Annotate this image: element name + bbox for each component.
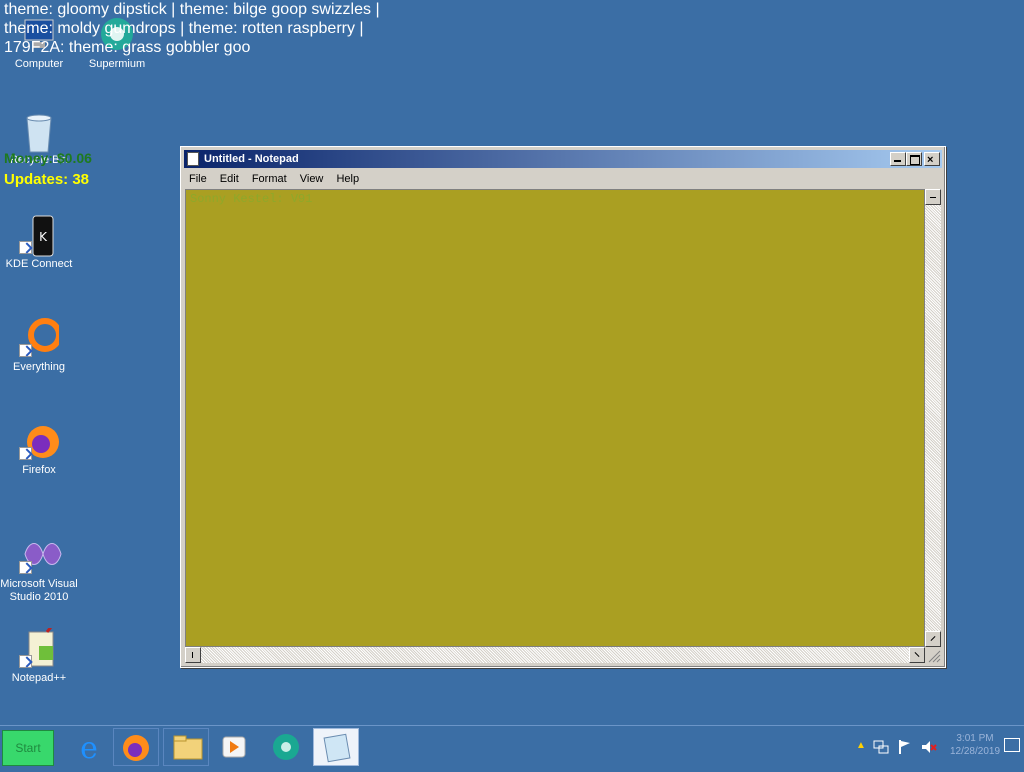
- horizontal-scrollbar[interactable]: [185, 647, 925, 663]
- scroll-down-icon: [930, 636, 936, 641]
- action-center-flag-icon[interactable]: [896, 738, 914, 756]
- vertical-scrollbar[interactable]: [925, 189, 941, 647]
- scroll-left-button[interactable]: [185, 647, 201, 663]
- title-bar[interactable]: Untitled - Notepad ×: [184, 150, 942, 168]
- desktop-icon-label: Microsoft Visual Studio 2010: [0, 578, 78, 603]
- desktop-icon-kde-connect[interactable]: K KDE Connect: [0, 214, 78, 271]
- menu-edit[interactable]: Edit: [215, 170, 244, 188]
- scroll-left-icon: [192, 652, 193, 658]
- text-editor[interactable]: Sonny Kestel: V91: [185, 189, 925, 647]
- maximize-button[interactable]: [906, 152, 922, 166]
- taskbar-ie[interactable]: e: [66, 728, 112, 766]
- firefox-icon: [123, 735, 149, 761]
- taskbar-supermium[interactable]: [263, 728, 309, 766]
- notepad-icon: [323, 733, 351, 763]
- svg-text:K: K: [39, 230, 48, 244]
- taskbar-firefox[interactable]: [113, 728, 159, 766]
- resize-grip-icon: [928, 650, 941, 663]
- desktop-icon-everything[interactable]: Everything: [0, 317, 78, 374]
- shortcut-arrow-icon: [19, 655, 32, 668]
- updates-counter: Updates: 38: [4, 171, 90, 188]
- window-title: Untitled - Notepad: [204, 153, 299, 165]
- folder-icon: [173, 735, 203, 760]
- menu-bar: File Edit Format View Help: [184, 170, 942, 188]
- minimize-button[interactable]: [890, 152, 906, 166]
- notepad-window[interactable]: Untitled - Notepad × File Edit Format Vi…: [180, 146, 946, 668]
- desktop-icon-visual-studio[interactable]: Microsoft Visual Studio 2010: [0, 534, 78, 604]
- clock-time: 3:01 PM: [956, 733, 994, 744]
- menu-view[interactable]: View: [295, 170, 329, 188]
- desktop-icon-notepadpp[interactable]: Notepad++: [0, 621, 78, 685]
- svg-text:e: e: [80, 731, 98, 766]
- close-icon: ×: [927, 154, 934, 166]
- media-player-icon: [222, 736, 246, 758]
- maximize-icon: [910, 155, 920, 165]
- scroll-up-icon: [930, 197, 936, 198]
- menu-help[interactable]: Help: [331, 170, 364, 188]
- desktop-icon-label: Notepad++: [11, 672, 67, 684]
- taskbar-explorer[interactable]: [163, 728, 209, 766]
- taskbar-notepad[interactable]: [313, 728, 359, 766]
- desktop-icon-label: KDE Connect: [5, 258, 73, 270]
- supermium-icon: [273, 734, 299, 760]
- show-hidden-icons[interactable]: ▲: [856, 740, 866, 751]
- desktop-icon-label: Supermium: [88, 58, 146, 70]
- start-button[interactable]: Start: [2, 730, 54, 766]
- shortcut-arrow-icon: [19, 447, 32, 460]
- network-icon[interactable]: [872, 738, 890, 756]
- shortcut-arrow-icon: [19, 241, 32, 254]
- recycle-bin-icon: [19, 110, 59, 153]
- notepad-app-icon: [187, 152, 199, 166]
- scroll-right-icon: [914, 652, 920, 657]
- money-counter: Money: $0.06: [4, 150, 92, 166]
- menu-format[interactable]: Format: [247, 170, 292, 188]
- clock[interactable]: 3:01 PM 12/28/2019: [940, 732, 1010, 758]
- show-desktop-button[interactable]: [1004, 738, 1020, 752]
- taskbar: Start e ▲ 3:01 PM 12/28/2019: [0, 725, 1024, 769]
- scroll-right-button[interactable]: [909, 647, 925, 663]
- resize-grip[interactable]: [925, 647, 941, 663]
- shortcut-arrow-icon: [19, 561, 32, 574]
- scroll-down-button[interactable]: [925, 631, 941, 647]
- notepadpp-icon: [19, 621, 59, 668]
- volume-muted-icon[interactable]: [920, 738, 938, 756]
- desktop-icon-label: Everything: [13, 361, 65, 373]
- taskbar-media-player[interactable]: [211, 728, 257, 766]
- clock-date: 12/28/2019: [949, 746, 1001, 757]
- scroll-up-button[interactable]: [925, 189, 941, 205]
- minimize-icon: [894, 160, 901, 162]
- shortcut-arrow-icon: [19, 344, 32, 357]
- desktop-icon-label: Firefox: [22, 464, 56, 476]
- visual-studio-icon: [19, 534, 62, 574]
- desktop-icon-firefox[interactable]: Firefox: [0, 420, 78, 477]
- close-button[interactable]: ×: [924, 152, 940, 166]
- theme-overlay-text: theme: gloomy dipstick | theme: bilge go…: [4, 1, 380, 56]
- internet-explorer-icon: e: [80, 731, 98, 766]
- kde-connect-icon: K: [19, 214, 59, 257]
- menu-file[interactable]: File: [184, 170, 212, 188]
- everything-icon: [19, 317, 62, 357]
- firefox-icon: [19, 420, 59, 460]
- desktop-icon-label: Computer: [14, 58, 64, 70]
